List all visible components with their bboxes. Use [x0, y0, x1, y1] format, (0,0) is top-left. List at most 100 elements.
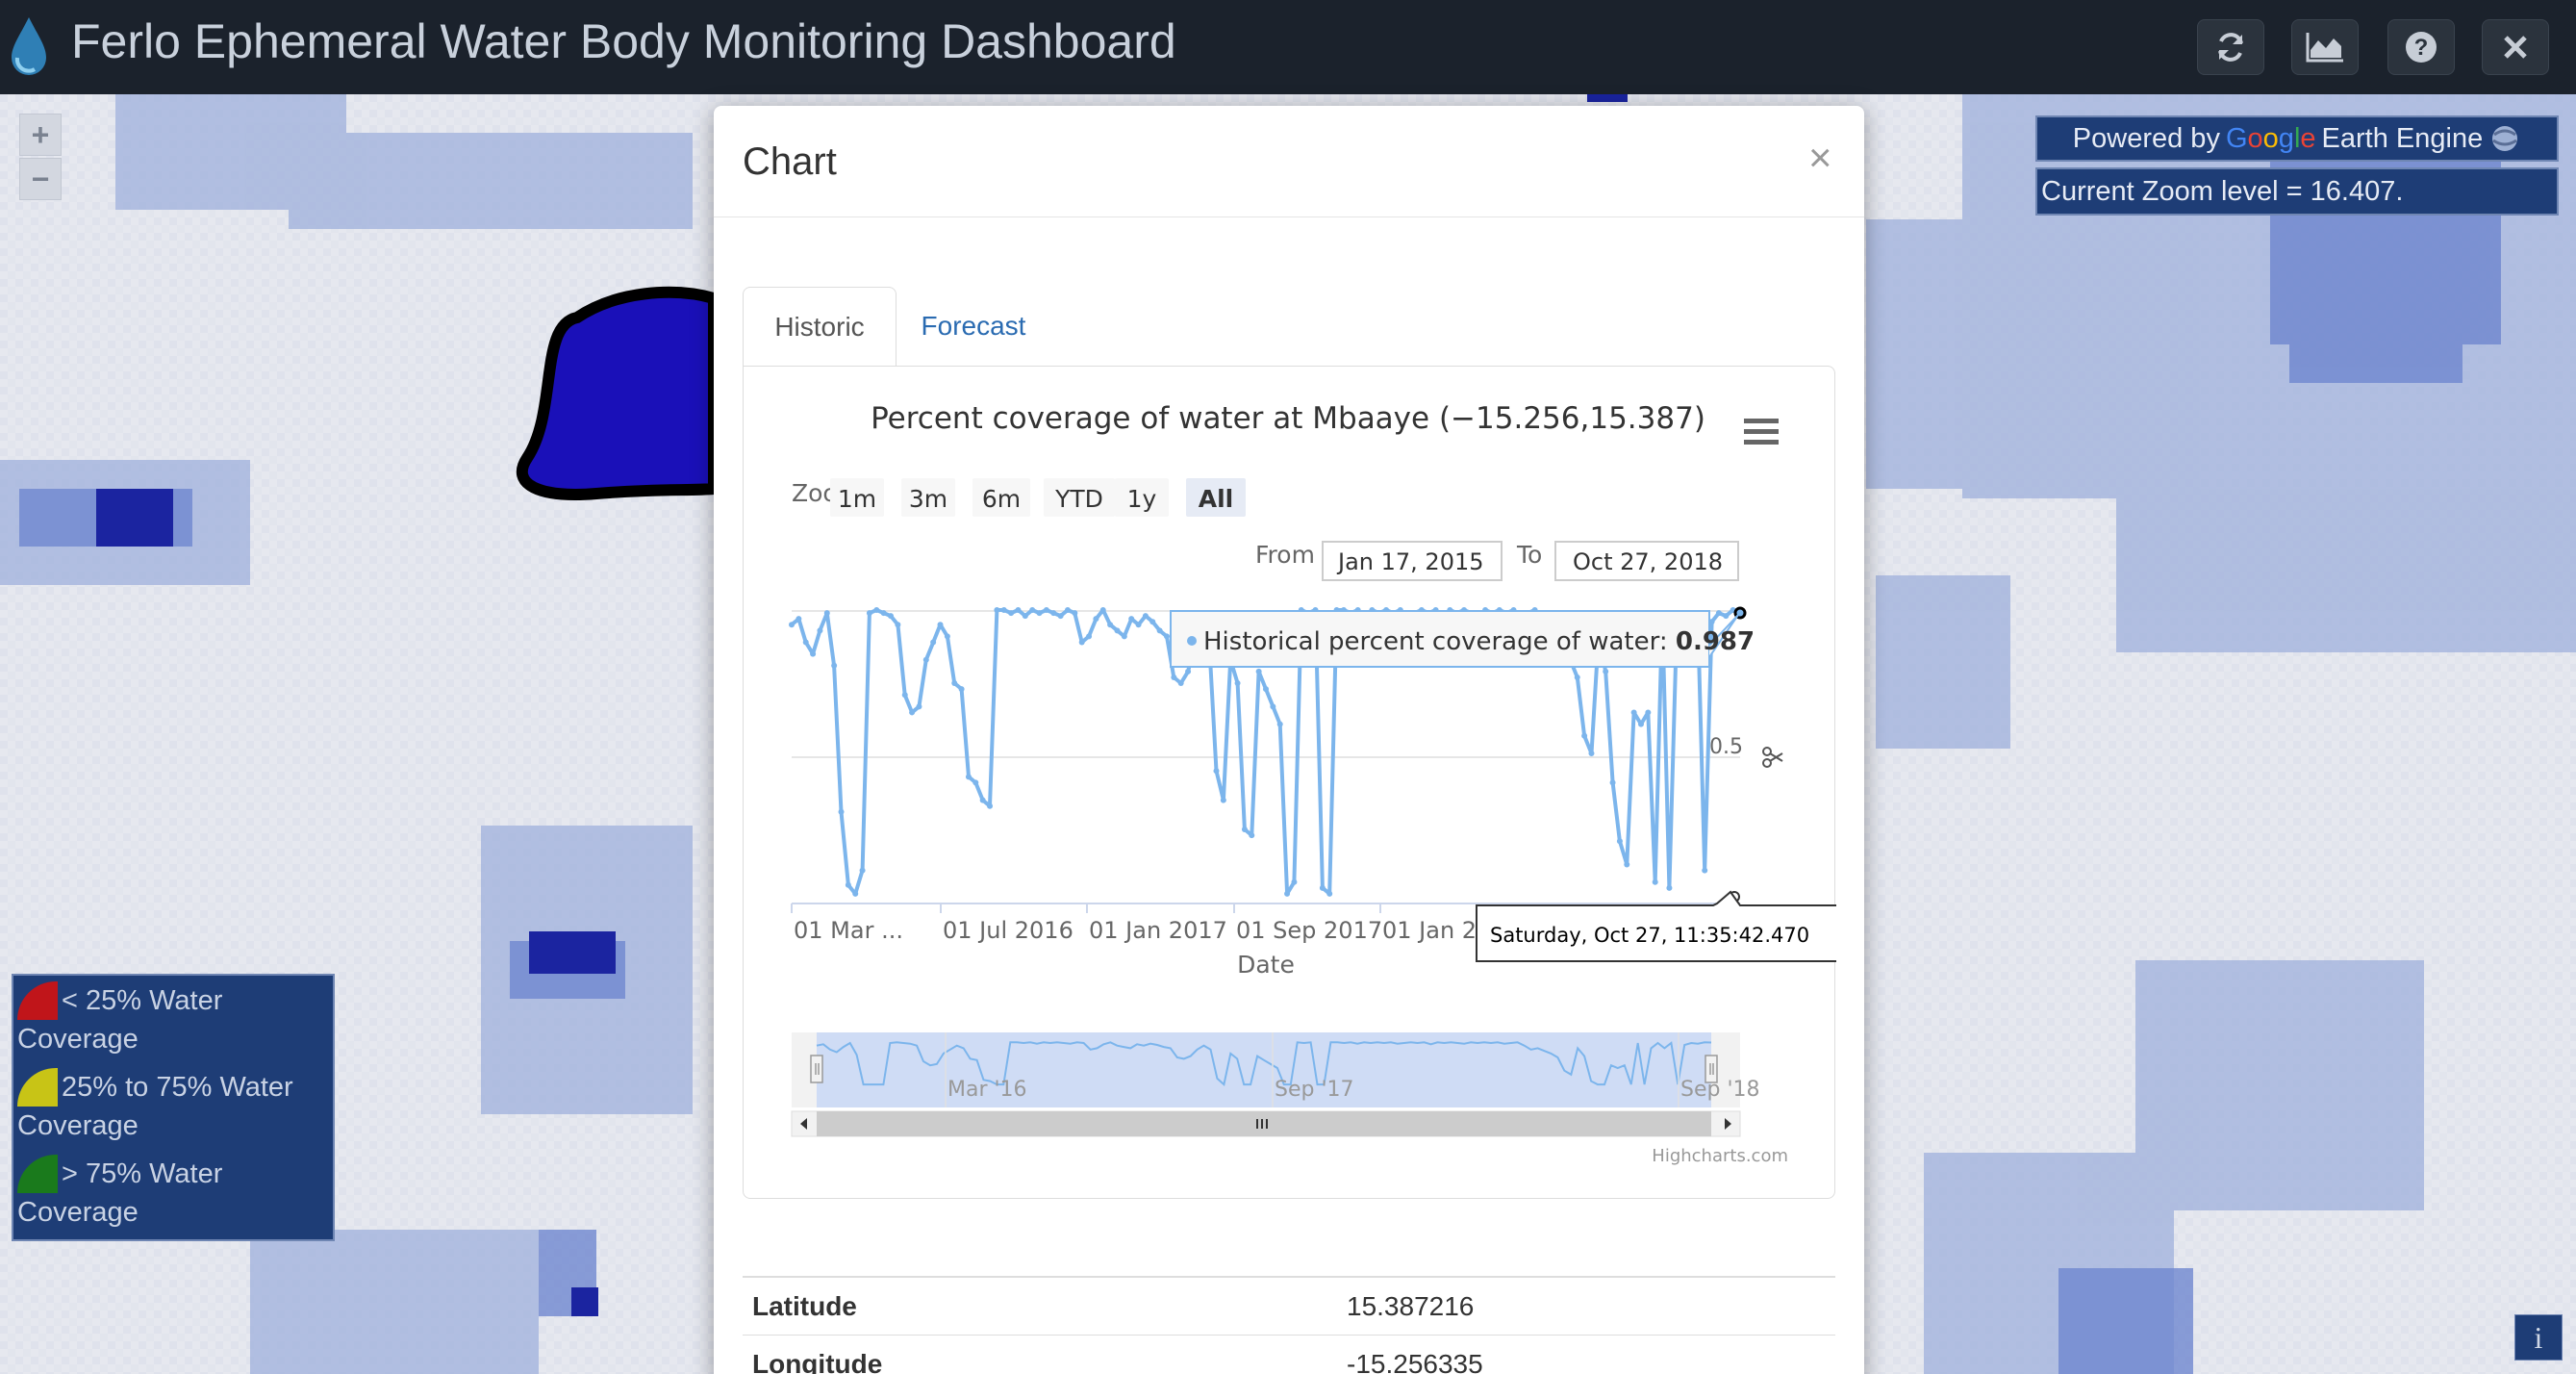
zoom-button-1y[interactable]: 1y: [1115, 478, 1169, 517]
data-point: [1072, 610, 1078, 617]
data-point: [987, 802, 994, 809]
help-button[interactable]: ?: [2387, 19, 2455, 75]
navigator-handle-right[interactable]: [1705, 1055, 1718, 1083]
data-point: [838, 808, 845, 815]
app-title: Ferlo Ephemeral Water Body Monitoring Da…: [71, 14, 1176, 68]
data-point: [1008, 610, 1015, 617]
data-point: [1015, 607, 1022, 614]
gee-attribution: Powered by Google Earth Engine: [2035, 115, 2559, 162]
data-point: [1624, 861, 1630, 868]
svg-text:Historical percent coverage of: Historical percent coverage of water: 0.…: [1203, 627, 1755, 656]
to-date-input[interactable]: Oct 27, 2018: [1573, 548, 1723, 575]
data-point: [1630, 709, 1637, 716]
help-icon: ?: [2406, 32, 2437, 63]
data-point: [1603, 668, 1609, 674]
data-point: [972, 779, 979, 786]
data-point: [1036, 610, 1043, 617]
data-point: [958, 686, 965, 693]
data-point: [979, 797, 986, 803]
navigator[interactable]: Mar '16 Sep '17 Sep '18: [791, 1032, 1760, 1137]
tooltip-value: 0.987: [1676, 627, 1755, 656]
data-point: [1666, 884, 1673, 891]
data-point: [951, 680, 958, 687]
data-point: [1093, 616, 1099, 623]
data-point: [1616, 838, 1623, 845]
chart-credits[interactable]: Highcharts.com: [1652, 1146, 1788, 1166]
tooltip-series-name: Historical percent coverage of water: [1203, 627, 1660, 656]
map-zoom-in-button[interactable]: +: [19, 114, 62, 156]
data-point: [1029, 607, 1036, 614]
data-point: [1291, 878, 1298, 885]
zoom-button-3m[interactable]: 3m: [901, 478, 955, 517]
zoom-button-all[interactable]: All: [1186, 478, 1246, 517]
close-app-button[interactable]: [2482, 19, 2549, 75]
chart-button[interactable]: [2291, 19, 2359, 75]
tab-historic[interactable]: Historic: [743, 287, 897, 366]
data-point: [1107, 622, 1114, 628]
longitude-label: Longitude: [752, 1349, 883, 1374]
data-point: [802, 639, 809, 646]
data-point: [880, 610, 887, 617]
to-label: To: [1516, 541, 1542, 569]
data-point: [866, 610, 872, 617]
data-point: [817, 627, 823, 634]
data-point: [937, 622, 944, 628]
highchart[interactable]: Percent coverage of water at Mbaaye (−15…: [744, 367, 1836, 1200]
svg-text:YTD: YTD: [1054, 485, 1103, 513]
data-point: [796, 616, 802, 623]
data-point: [789, 622, 795, 628]
data-point: [1149, 619, 1156, 625]
tooltip: Historical percent coverage of water: 0.…: [1170, 610, 1755, 668]
zoom-button-6m[interactable]: 6m: [972, 478, 1030, 517]
modal-close-button[interactable]: ×: [1808, 135, 1832, 181]
scrollbar-thumb[interactable]: [817, 1111, 1711, 1136]
legend-item-low: < 25% Water Coverage: [17, 981, 331, 1058]
data-point: [1078, 639, 1085, 646]
data-point: [823, 610, 830, 617]
info-button[interactable]: i: [2514, 1314, 2563, 1361]
x-axis-title: Date: [1237, 951, 1295, 979]
chart-menu-icon[interactable]: [1744, 419, 1779, 445]
zoom-button-1m[interactable]: 1m: [830, 478, 884, 517]
legend-swatch-high: [17, 1155, 58, 1193]
data-point: [1581, 732, 1588, 739]
navigator-handle-left[interactable]: [810, 1055, 823, 1083]
crosshair-label: Saturday, Oct 27, 11:35:42.470: [1476, 890, 1836, 962]
data-point: [1234, 680, 1241, 687]
latitude-value: 15.387216: [1347, 1291, 1475, 1321]
data-point: [1099, 607, 1106, 614]
data-point: [1249, 832, 1255, 839]
modal-header: Chart ×: [714, 106, 1864, 217]
refresh-button[interactable]: [2197, 19, 2264, 75]
data-point: [1220, 797, 1226, 803]
data-point: [1022, 613, 1028, 620]
map-zoom-out-button[interactable]: −: [19, 158, 62, 200]
data-point: [1588, 751, 1595, 756]
legend-swatch-low: [17, 981, 58, 1020]
svg-text:3m: 3m: [909, 485, 947, 513]
data-point: [1574, 674, 1580, 680]
data-point: [901, 692, 908, 699]
map-legend: < 25% Water Coverage 25% to 75% Water Co…: [12, 974, 335, 1241]
svg-text:1m: 1m: [838, 485, 876, 513]
data-point: [1121, 633, 1127, 640]
data-point: [1086, 633, 1093, 640]
data-point: [1326, 890, 1333, 897]
gee-prefix: Powered by: [2072, 122, 2220, 154]
x-tick-label: 01 Jan 2017: [1089, 917, 1227, 944]
zoom-button-ytd[interactable]: YTD: [1044, 478, 1115, 517]
scissors-icon[interactable]: [1762, 747, 1783, 768]
navigator-tick-label: Sep '17: [1275, 1078, 1354, 1102]
data-point: [1142, 613, 1149, 620]
x-tick-label: 01 Sep 2017: [1236, 917, 1382, 944]
from-date-input[interactable]: Jan 17, 2015: [1336, 548, 1484, 575]
data-point: [845, 881, 851, 888]
tab-forecast[interactable]: Forecast: [906, 287, 1041, 366]
data-point: [852, 890, 859, 897]
crosshair-date: Saturday, Oct 27, 11:35:42.470: [1490, 924, 1809, 947]
water-drop-logo: [12, 17, 46, 75]
data-point: [1057, 613, 1064, 620]
zoom-level-readout: Current Zoom level = 16.407.: [2035, 167, 2559, 216]
data-point: [944, 633, 950, 640]
data-point: [1263, 686, 1269, 693]
